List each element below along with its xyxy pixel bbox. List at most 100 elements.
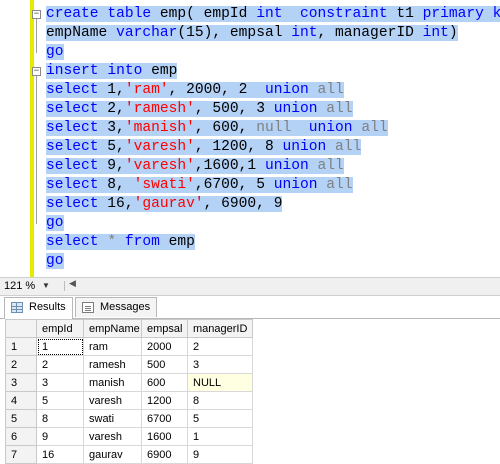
table-cell[interactable]: 16 — [36, 445, 84, 464]
table-cell[interactable]: 9 — [36, 427, 84, 446]
code-token: into — [107, 63, 143, 79]
code-token: constraint — [300, 6, 388, 22]
table-cell[interactable]: 3 — [36, 373, 84, 392]
table-cell[interactable]: gaurav — [83, 445, 142, 464]
column-header[interactable]: managerID — [187, 319, 253, 338]
selected-text: select 9,'varesh',1600,1 union all — [46, 158, 344, 174]
row-number[interactable]: 7 — [5, 445, 37, 464]
sql-editor[interactable]: − − create table emp( empId int constrai… — [0, 0, 500, 277]
code-line[interactable]: select 2,'ramesh', 500, 3 union all — [46, 100, 353, 119]
zoom-select[interactable]: 121 % ▼ — [4, 279, 56, 293]
table-row[interactable]: 6 9 varesh 1600 1 — [5, 427, 253, 446]
table-cell[interactable]: varesh — [83, 391, 142, 410]
results-tab-strip: Results Messages — [0, 296, 500, 319]
table-cell[interactable]: 1 — [187, 427, 253, 446]
table-cell[interactable]: 5 — [36, 391, 84, 410]
table-cell[interactable]: 2 — [187, 337, 253, 356]
collapse-create-block-icon[interactable]: − — [32, 10, 41, 19]
table-row[interactable]: 7 16 gaurav 6900 9 — [5, 445, 253, 464]
code-token: union — [273, 101, 318, 117]
column-header[interactable]: empsal — [141, 319, 188, 338]
code-token: 'ramesh' — [124, 101, 195, 117]
tab-results[interactable]: Results — [4, 297, 73, 319]
row-number[interactable]: 1 — [5, 337, 37, 356]
code-token: 3, — [98, 120, 125, 136]
table-cell[interactable]: manish — [83, 373, 142, 392]
code-line[interactable]: empName varchar(15), empsal int, manager… — [46, 24, 458, 43]
row-number[interactable]: 4 — [5, 391, 37, 410]
collapse-insert-block-icon[interactable]: − — [32, 67, 41, 76]
code-line[interactable]: select * from emp — [46, 233, 195, 252]
code-line[interactable]: insert into emp — [46, 62, 178, 81]
code-token: null — [256, 120, 292, 136]
change-margin-bar — [30, 0, 34, 277]
table-cell[interactable]: 5 — [187, 409, 253, 428]
table-cell[interactable]: 6700 — [141, 409, 188, 428]
code-line[interactable]: go — [46, 43, 64, 62]
table-cell[interactable]: 500 — [141, 355, 188, 374]
results-grid[interactable]: empId empName empsal managerID 1 1 ram 2000… — [0, 319, 500, 464]
chevron-down-icon: ▼ — [42, 281, 50, 290]
table-cell[interactable]: swati — [83, 409, 142, 428]
table-row[interactable]: 5 8 swati 6700 5 — [5, 409, 253, 428]
code-token: emp( empId — [151, 6, 257, 22]
table-cell[interactable]: varesh — [83, 427, 142, 446]
table-cell[interactable]: 6900 — [141, 445, 188, 464]
table-cell[interactable]: 8 — [187, 391, 253, 410]
table-cell[interactable]: 600 — [141, 373, 188, 392]
code-line[interactable]: select 5,'varesh', 1200, 8 union all — [46, 138, 362, 157]
code-token: , managerID — [317, 25, 423, 41]
table-cell[interactable]: 8 — [36, 409, 84, 428]
row-number[interactable]: 2 — [5, 355, 37, 374]
selected-text: create table emp( empId int constraint t… — [46, 6, 500, 22]
code-token: ) — [448, 25, 458, 41]
code-token: int — [291, 25, 318, 41]
code-token: int — [422, 25, 449, 41]
row-number[interactable]: 5 — [5, 409, 37, 428]
table-row[interactable]: 1 1 ram 2000 2 — [5, 337, 253, 356]
table-cell[interactable]: 1200 — [141, 391, 188, 410]
selected-text: go — [46, 253, 64, 269]
table-row[interactable]: 4 5 varesh 1200 8 — [5, 391, 253, 410]
table-cell[interactable]: 1 — [36, 337, 84, 356]
tab-messages[interactable]: Messages — [75, 297, 158, 317]
code-token: all — [326, 177, 353, 193]
table-cell[interactable]: ram — [83, 337, 142, 356]
table-cell[interactable]: 1600 — [141, 427, 188, 446]
horizontal-scrollbar[interactable]: ◀ — [64, 278, 495, 291]
fold-guide — [36, 76, 37, 224]
code-line[interactable]: select 1,'ram', 2000, 2 union all — [46, 81, 344, 100]
code-token: , 600, — [194, 120, 257, 136]
code-token: go — [46, 253, 64, 269]
column-header[interactable]: empName — [83, 319, 142, 338]
code-line[interactable]: go — [46, 252, 64, 271]
table-cell[interactable]: 3 — [187, 355, 253, 374]
table-cell[interactable]: 9 — [187, 445, 253, 464]
code-token: 5, — [98, 139, 125, 155]
code-token: 1, — [98, 82, 125, 98]
code-line[interactable]: go — [46, 214, 64, 233]
table-cell[interactable]: NULL — [187, 373, 253, 392]
row-number[interactable]: 6 — [5, 427, 37, 446]
scroll-left-arrow-icon[interactable]: ◀ — [69, 278, 76, 289]
row-number[interactable]: 3 — [5, 373, 37, 392]
code-token: , 500, 3 — [194, 101, 274, 117]
table-cell[interactable]: 2 — [36, 355, 84, 374]
code-line[interactable]: select 3,'manish', 600, null union all — [46, 119, 388, 138]
corner-header[interactable] — [5, 319, 37, 338]
table-cell[interactable]: ramesh — [83, 355, 142, 374]
code-token: all — [335, 139, 362, 155]
table-row[interactable]: 2 2 ramesh 500 3 — [5, 355, 253, 374]
code-line[interactable]: select 16,'gaurav', 6900, 9 — [46, 195, 283, 214]
code-line[interactable]: select 8, 'swati',6700, 5 union all — [46, 176, 353, 195]
table-cell[interactable]: 2000 — [141, 337, 188, 356]
column-header[interactable]: empId — [36, 319, 84, 338]
code-line[interactable]: select 9,'varesh',1600,1 union all — [46, 157, 344, 176]
table-row[interactable]: 3 3 manish 600 NULL — [5, 373, 253, 392]
selected-text: select 2,'ramesh', 500, 3 union all — [46, 101, 353, 117]
code-token: select — [46, 101, 99, 117]
code-line[interactable]: create table emp( empId int constraint t… — [46, 5, 500, 24]
